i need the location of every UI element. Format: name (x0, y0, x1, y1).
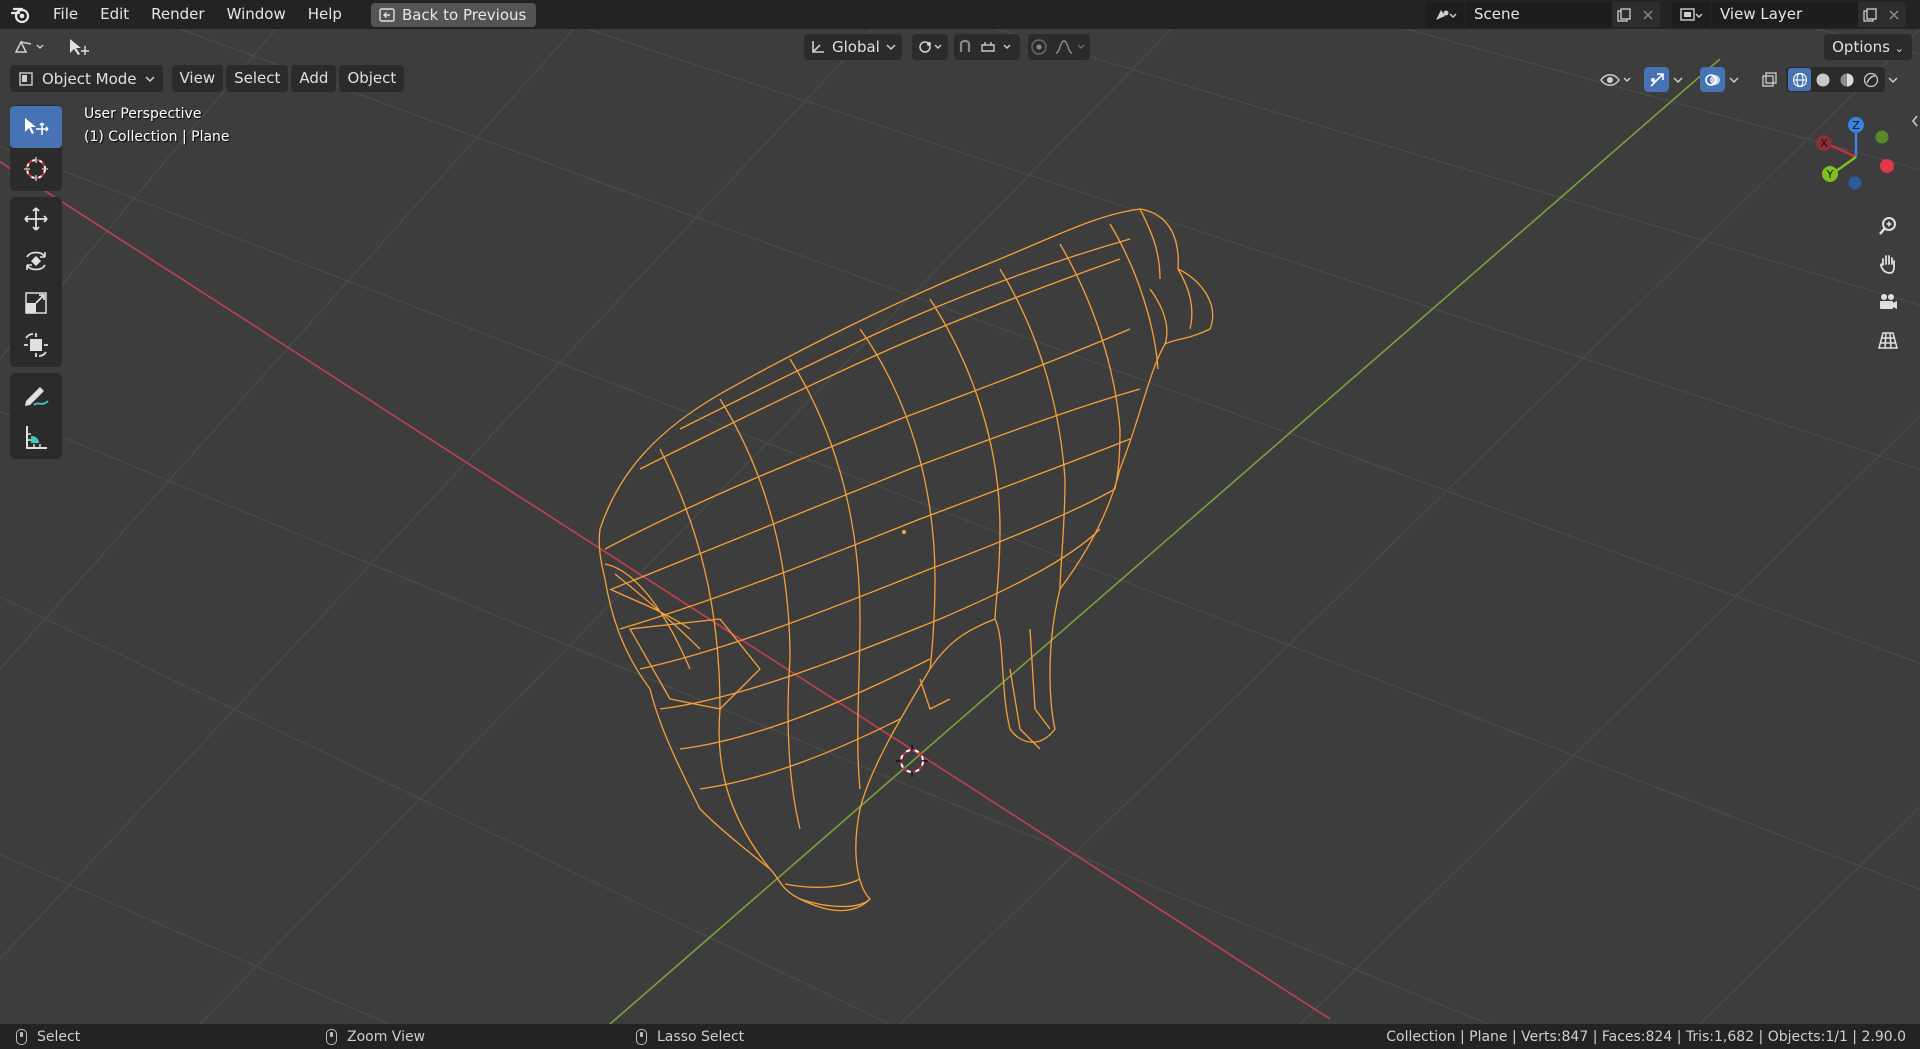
status-lasso-hint: Lasso Select (636, 1024, 744, 1049)
top-menu-bar: File Edit Render Window Help Back to Pre… (0, 0, 1920, 29)
cow-mesh[interactable] (598, 208, 1214, 912)
pivot-point-dropdown[interactable] (912, 34, 948, 60)
cursor-icon[interactable] (10, 148, 62, 190)
proportional-editing-controls[interactable] (1028, 34, 1090, 60)
orientation-label: Global (832, 38, 880, 56)
solid-shading-icon[interactable] (1811, 68, 1835, 91)
options-label: Options (1832, 38, 1890, 56)
menu-render[interactable]: Render (140, 0, 215, 29)
blender-logo-icon[interactable] (0, 0, 42, 29)
select-tool-group (10, 105, 62, 191)
gizmo-neg-y-axis[interactable] (1875, 130, 1889, 144)
measure-icon[interactable] (10, 416, 62, 458)
viewport-scene (0, 29, 1920, 1024)
scale-icon[interactable] (10, 282, 62, 324)
mouse-left-icon (16, 1028, 27, 1045)
transform-tool-group (10, 197, 62, 367)
tool-header: Global (0, 29, 1920, 65)
material-shading-icon[interactable] (1835, 68, 1859, 91)
menu-select[interactable]: Select (226, 65, 289, 92)
status-zoom-hint: Zoom View (326, 1024, 425, 1049)
tool-shelf (10, 105, 62, 465)
menu-view[interactable]: View (171, 65, 224, 92)
transform-orientation-dropdown[interactable]: Global (804, 34, 902, 60)
menu-add[interactable]: Add (291, 65, 337, 92)
new-scene-icon[interactable] (1612, 2, 1636, 27)
gizmo-icon[interactable] (1644, 67, 1669, 92)
collection-label: (1) Collection | Plane (84, 129, 230, 145)
options-dropdown[interactable]: Options ⌄ (1824, 34, 1912, 60)
overlay-toggle[interactable] (1700, 67, 1743, 92)
mouse-right-icon (636, 1028, 647, 1045)
mode-label: Object Mode (42, 69, 137, 88)
xray-icon[interactable] (1756, 67, 1781, 92)
annotate-icon[interactable] (10, 374, 62, 416)
menu-edit[interactable]: Edit (89, 0, 140, 29)
navigation-gizmo[interactable]: Z X Y (1808, 112, 1908, 202)
back-button-label: Back to Previous (401, 5, 527, 24)
overlay-icon[interactable] (1700, 67, 1725, 92)
status-bar: Select Zoom View Lasso Select Collection… (0, 1024, 1920, 1049)
svg-text:Y: Y (1826, 168, 1834, 181)
back-to-previous-button[interactable]: Back to Previous (370, 2, 537, 27)
perspective-label: User Perspective (84, 106, 202, 122)
select-box-icon[interactable] (10, 106, 62, 148)
menu-file[interactable]: File (42, 0, 89, 29)
menu-window[interactable]: Window (216, 0, 297, 29)
status-select-label: Select (37, 1028, 81, 1045)
status-zoom-label: Zoom View (347, 1028, 426, 1045)
orientation-icon (812, 41, 824, 53)
menu-help[interactable]: Help (297, 0, 353, 29)
scene-selector[interactable]: Scene (1426, 2, 1660, 27)
gizmo-toggle[interactable] (1644, 67, 1687, 92)
status-select-hint: Select (16, 1024, 80, 1049)
snapping-controls[interactable] (954, 34, 1020, 60)
transform-icon[interactable] (10, 324, 62, 366)
editor-type-icon[interactable] (10, 34, 50, 60)
viewport-header: Object Mode View Select Add Object (10, 65, 405, 92)
shading-mode-group (1786, 67, 1885, 92)
object-mode-icon (19, 71, 33, 86)
annotate-tool-group (10, 373, 62, 459)
status-lasso-label: Lasso Select (657, 1028, 745, 1045)
gizmo-neg-x-axis[interactable] (1880, 159, 1894, 173)
chevron-down-icon[interactable] (1669, 73, 1687, 87)
svg-text:Z: Z (1852, 119, 1860, 132)
perspective-grid-icon[interactable] (1870, 322, 1906, 358)
floor-grid (0, 29, 1920, 1024)
scene-statistics: Collection | Plane | Verts:847 | Faces:8… (1386, 1028, 1906, 1045)
gizmo-neg-z-axis[interactable] (1848, 176, 1862, 190)
scene-type-icon[interactable] (1426, 2, 1464, 27)
new-view-layer-icon[interactable] (1858, 2, 1882, 27)
y-axis-line (609, 58, 1721, 1024)
view-layer-name-field[interactable]: View Layer (1712, 2, 1858, 27)
rotate-icon[interactable] (10, 240, 62, 282)
mouse-middle-icon (326, 1028, 337, 1045)
delete-view-layer-icon[interactable] (1882, 2, 1906, 27)
pan-hand-icon[interactable] (1870, 246, 1906, 282)
rendered-shading-icon[interactable] (1859, 68, 1883, 91)
menu-object[interactable]: Object (339, 65, 405, 92)
visibility-dropdown[interactable] (1598, 67, 1634, 92)
back-arrow-icon (379, 7, 395, 22)
view-layer-selector[interactable]: View Layer (1672, 2, 1906, 27)
view-layer-icon[interactable] (1672, 2, 1710, 27)
shading-options-dropdown[interactable] (1886, 67, 1900, 92)
chevron-down-icon[interactable] (1725, 73, 1743, 87)
camera-view-icon[interactable] (1870, 284, 1906, 320)
delete-scene-icon[interactable] (1636, 2, 1660, 27)
scene-name-field[interactable]: Scene (1466, 2, 1612, 27)
tool-settings-icon[interactable] (64, 34, 94, 60)
object-mode-dropdown[interactable]: Object Mode (10, 65, 163, 92)
move-icon[interactable] (10, 198, 62, 240)
3d-viewport[interactable]: User Perspective (1) Collection | Plane … (0, 29, 1920, 1024)
svg-text:X: X (1820, 137, 1828, 150)
sidebar-toggle-icon[interactable] (1910, 114, 1920, 132)
chevron-down-icon (144, 75, 155, 82)
chevron-down-icon (886, 44, 896, 51)
wireframe-shading-icon[interactable] (1788, 68, 1811, 91)
xray-toggle[interactable] (1756, 67, 1781, 92)
zoom-icon[interactable] (1870, 208, 1906, 244)
chevron-down-icon[interactable] (1886, 73, 1900, 87)
